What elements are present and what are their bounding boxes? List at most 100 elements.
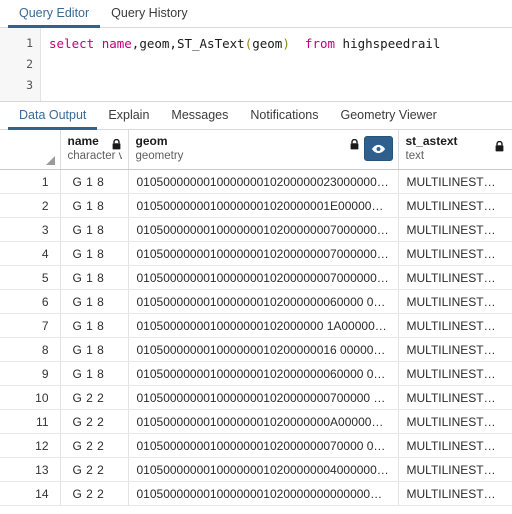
line-number: 2 (26, 57, 33, 71)
cell-name[interactable]: G 1 8 (60, 361, 129, 386)
cell-row-number[interactable]: 12 (0, 433, 61, 458)
cell-st-astext[interactable]: MULTILINESTRI… (398, 241, 512, 266)
tab-data-output[interactable]: Data Output (8, 108, 98, 130)
cell-st-astext[interactable]: MULTILINESTRI… (398, 217, 512, 242)
cell-row-number[interactable]: 14 (0, 481, 61, 506)
cell-geom[interactable]: 01050000000100000001020000000700000 0F… (128, 385, 399, 410)
sql-token-plain: highspeedrail (335, 36, 441, 51)
cell-name[interactable]: G 1 8 (60, 241, 129, 266)
table-row[interactable]: 7G 1 8 0105000000010000000102000000 1A000… (0, 313, 512, 338)
tab-messages[interactable]: Messages (160, 108, 239, 130)
cell-row-number[interactable]: 2 (0, 193, 61, 218)
cell-geom[interactable]: 0105000000010000000102000000070000000B… (128, 241, 399, 266)
column-header-st-astext[interactable]: st_astext text (398, 130, 512, 170)
cell-row-number[interactable]: 11 (0, 409, 61, 434)
table-row[interactable]: 9G 1 8 0105000000010000000102000000060000… (0, 361, 512, 386)
table-row[interactable]: 2G 1 8 01050000000100000001020000001E0000… (0, 193, 512, 218)
cell-row-number[interactable]: 1 (0, 169, 61, 194)
sql-editor[interactable]: 1 2 3 select name,geom,ST_AsText(geom) f… (0, 28, 512, 102)
sql-query-line-empty (49, 75, 512, 96)
cell-st-astext[interactable]: MULTILINESTRI… (398, 193, 512, 218)
line-number: 3 (26, 78, 33, 92)
cell-name[interactable]: G 1 8 (60, 289, 129, 314)
table-row[interactable]: 4G 1 8 0105000000010000000102000000070000… (0, 241, 512, 266)
table-row[interactable]: 8G 1 8 010500000001000000010200000016 000… (0, 337, 512, 362)
cell-geom[interactable]: 010500000001000000010200000007000000… (128, 265, 399, 290)
sql-query-line-empty (49, 54, 512, 75)
cell-row-number[interactable]: 6 (0, 289, 61, 314)
cell-geom[interactable]: 0105000000010000000102000000230000007… (128, 169, 399, 194)
tab-geometry-viewer-label: Geometry Viewer (340, 108, 437, 122)
column-header-geom[interactable]: geom geometry (128, 130, 399, 170)
cell-geom[interactable]: 01050000000100000001020000001E0000001… (128, 193, 399, 218)
table-row[interactable]: 1G 1 8 0105000000010000000102000000230000… (0, 169, 512, 194)
table-row[interactable]: 6G 1 8 0105000000010000000102000000060000… (0, 289, 512, 314)
tab-explain-label: Explain (108, 108, 150, 122)
lock-icon (350, 139, 359, 150)
cell-st-astext[interactable]: MULTILINESTRI… (398, 337, 512, 362)
cell-st-astext[interactable]: MULTILINESTRI… (398, 433, 512, 458)
cell-name[interactable]: G 2 2 (60, 433, 129, 458)
lock-icon (112, 139, 121, 150)
cell-row-number[interactable]: 13 (0, 457, 61, 482)
cell-row-number[interactable]: 5 (0, 265, 61, 290)
cell-name[interactable]: G 1 8 (60, 337, 129, 362)
cell-name[interactable]: G 2 2 (60, 481, 129, 506)
tab-query-editor[interactable]: Query Editor (8, 6, 101, 28)
tab-geometry-viewer[interactable]: Geometry Viewer (329, 108, 447, 130)
cell-st-astext[interactable]: MULTILINESTRI… (398, 289, 512, 314)
cell-geom[interactable]: 01050000000100000001020000000A000000F… (128, 409, 399, 434)
table-row[interactable]: 14 G 2 2 010500000001000000010200000000000… (0, 481, 512, 506)
column-header-st-astext-type: text (405, 150, 425, 162)
geometry-viewer-eye-button[interactable] (363, 136, 393, 161)
cell-row-number[interactable]: 3 (0, 217, 61, 242)
cell-row-number[interactable]: 10 (0, 385, 61, 410)
column-header-name[interactable]: name character v (60, 130, 129, 170)
cell-st-astext[interactable]: MULTILINESTRI… (398, 385, 512, 410)
cell-st-astext[interactable]: MULTILINESTRI… (398, 313, 512, 338)
cell-geom[interactable]: 0105000000010000000102000000060000 0F… (128, 361, 399, 386)
cell-geom[interactable]: 010500000001000000010200000016 0000007… (128, 337, 399, 362)
cell-st-astext[interactable]: MULTILINESTRI… (398, 169, 512, 194)
cell-name[interactable]: G 1 8 (60, 313, 129, 338)
cell-st-astext[interactable]: MULTILINESTRI… (398, 265, 512, 290)
table-row[interactable]: 10 G 2 2 010500000001000000010200000007000… (0, 385, 512, 410)
tab-notifications-label: Notifications (250, 108, 319, 122)
cell-name[interactable]: G 1 8 (60, 169, 129, 194)
cell-st-astext[interactable]: MULTILINESTRI… (398, 409, 512, 434)
cell-row-number[interactable]: 9 (0, 361, 61, 386)
cell-geom[interactable]: 0105000000010000000102000000070000000B… (128, 217, 399, 242)
cell-geom[interactable]: 01050000000100000001020000000000000… (128, 481, 399, 506)
sql-token-plain (94, 36, 102, 51)
cell-name[interactable]: G 2 2 (60, 457, 129, 482)
data-output-grid-container[interactable]: name character v geom geometry st_astext… (0, 130, 512, 510)
table-row[interactable]: 13 G 2 2 010500000001000000010200000004000… (0, 457, 512, 482)
tab-notifications[interactable]: Notifications (239, 108, 329, 130)
table-row[interactable]: 11 G 2 2 01050000000100000001020000000A000… (0, 409, 512, 434)
results-tabstrip: Data Output Explain Messages Notificatio… (0, 102, 512, 130)
tab-explain[interactable]: Explain (97, 108, 160, 130)
cell-name[interactable]: G 1 8 (60, 217, 129, 242)
cell-geom[interactable]: 0105000000010000000102000000060000 0F… (128, 289, 399, 314)
grid-corner-cell[interactable] (0, 130, 61, 170)
cell-st-astext[interactable]: MULTILINESTRI… (398, 457, 512, 482)
cell-st-astext[interactable]: MULTILINESTRI… (398, 361, 512, 386)
sql-code-area[interactable]: select name,geom,ST_AsText(geom) from hi… (41, 28, 512, 101)
cell-geom[interactable]: 0105000000010000000102000000 1A000002… (128, 313, 399, 338)
tab-query-history[interactable]: Query History (100, 6, 198, 28)
table-row[interactable]: 5G 1 8 0105000000010000000102000000070000… (0, 265, 512, 290)
cell-row-number[interactable]: 4 (0, 241, 61, 266)
table-row[interactable]: 3G 1 8 0105000000010000000102000000070000… (0, 217, 512, 242)
cell-name[interactable]: G 2 2 (60, 409, 129, 434)
cell-row-number[interactable]: 7 (0, 313, 61, 338)
cell-row-number[interactable]: 8 (0, 337, 61, 362)
cell-name[interactable]: G 2 2 (60, 385, 129, 410)
cell-geom[interactable]: 0105000000010000000102000000070000 00C… (128, 433, 399, 458)
cell-name[interactable]: G 1 8 (60, 265, 129, 290)
eye-icon (371, 144, 385, 153)
cell-st-astext[interactable]: MULTILINESTRI… (398, 481, 512, 506)
table-row[interactable]: 12 G 2 2 010500000001000000010200000007000… (0, 433, 512, 458)
cell-geom[interactable]: 010500000001000000010200000004000000E… (128, 457, 399, 482)
sort-triangle-icon (45, 156, 55, 165)
cell-name[interactable]: G 1 8 (60, 193, 129, 218)
